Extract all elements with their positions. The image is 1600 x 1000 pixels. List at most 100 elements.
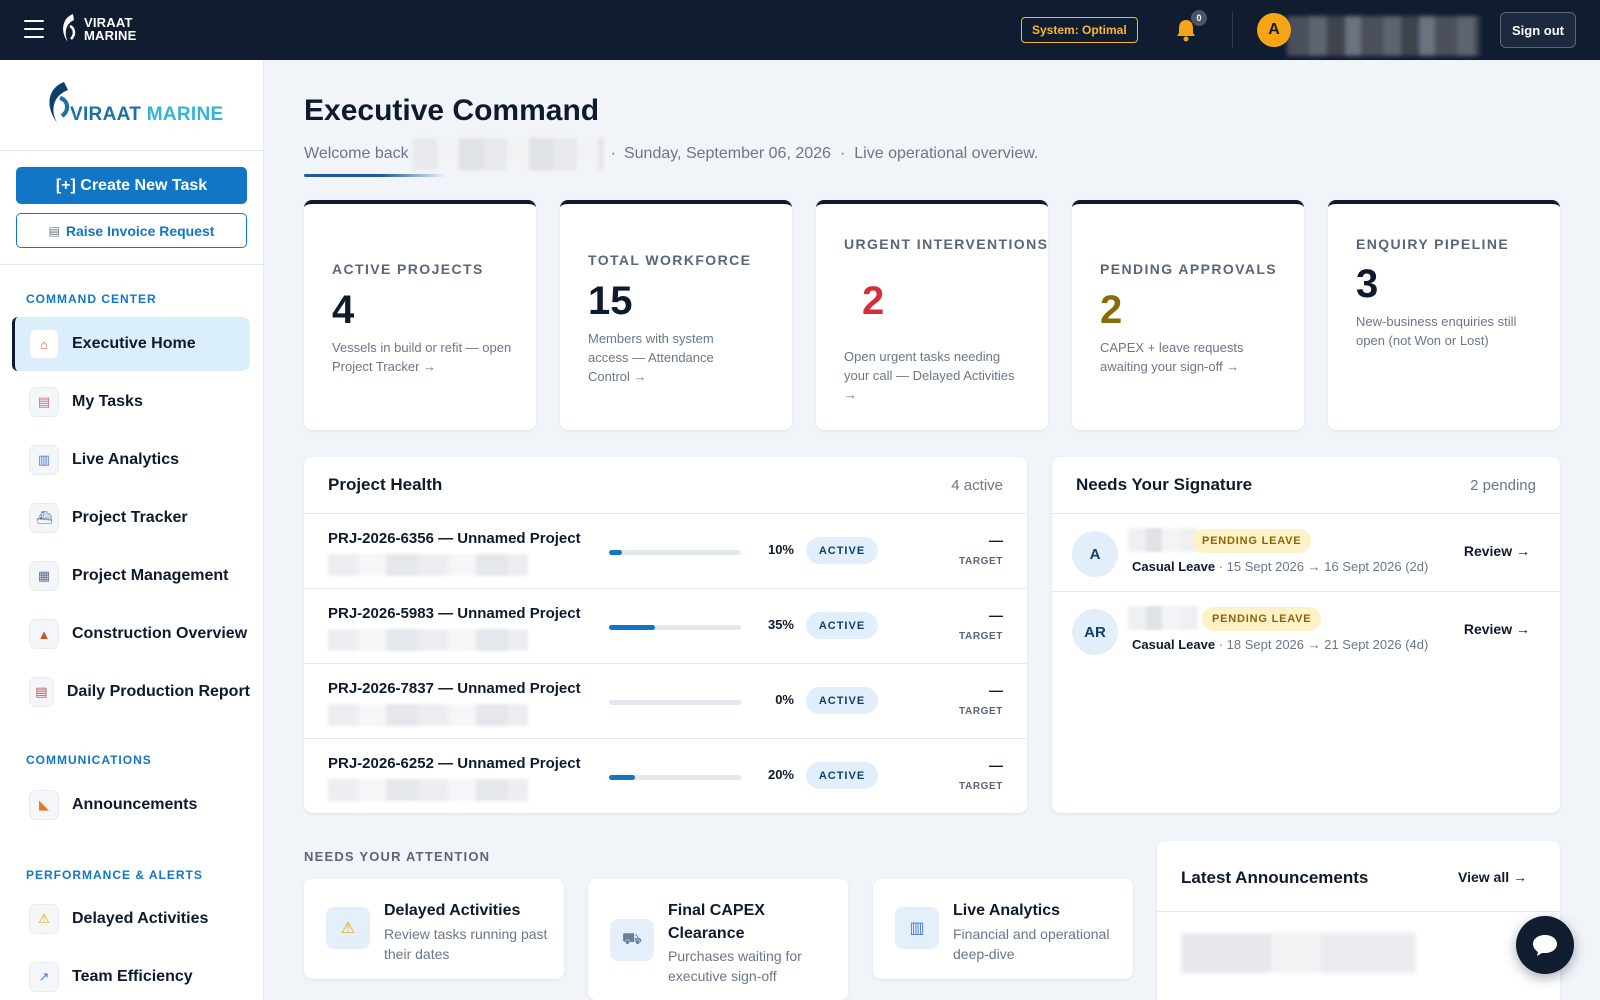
- attention-card-final-capex[interactable]: ⛟ Final CAPEX Clearance Purchases waitin…: [588, 879, 848, 1000]
- kpi-card-urgent-interventions[interactable]: URGENT INTERVENTIONS 2 Open urgent tasks…: [816, 200, 1048, 430]
- sidebar-item-project-tracker[interactable]: ⛴ Project Tracker: [12, 491, 250, 545]
- top-divider: [1232, 12, 1233, 48]
- project-subtitle-redacted: [328, 629, 528, 651]
- top-logo[interactable]: VIRAAT MARINE: [58, 12, 136, 46]
- signature-row[interactable]: AR PENDING LEAVE Casual Leave · 18 Sept …: [1052, 591, 1560, 669]
- raise-invoice-label: Raise Invoice Request: [65, 222, 215, 239]
- sidebar-item-label: Team Efficiency: [72, 968, 193, 985]
- tasks-icon: ▤: [29, 387, 59, 417]
- notification-count-badge: 0: [1191, 10, 1207, 26]
- kpi-description: Vessels in build or refit — open Project…: [332, 340, 512, 374]
- review-link[interactable]: Review →: [1464, 621, 1530, 637]
- attention-title: Final CAPEX Clearance: [668, 902, 765, 942]
- project-row[interactable]: PRJ-2026-6252 — Unnamed Project 20% ACTI…: [304, 738, 1027, 813]
- section-label-performance: PERFORMANCE & ALERTS: [26, 868, 203, 882]
- sidebar-item-my-tasks[interactable]: ▤ My Tasks: [12, 375, 250, 429]
- document-icon: ▤: [48, 223, 60, 238]
- building-icon: ▦: [29, 561, 59, 591]
- leave-detail: Casual Leave · 18 Sept 2026 → 21 Sept 20…: [1132, 637, 1428, 652]
- sidebar-item-delayed-activities[interactable]: ⚠ Delayed Activities: [12, 892, 250, 946]
- target-value: —: [989, 607, 1003, 623]
- attention-description: Financial and operational deep-dive: [953, 926, 1110, 962]
- project-row[interactable]: PRJ-2026-6356 — Unnamed Project 10% ACTI…: [304, 513, 1027, 588]
- create-task-button[interactable]: [+] Create New Task: [16, 167, 247, 204]
- kpi-value: 2: [862, 279, 885, 323]
- sidebar-item-executive-home[interactable]: ⌂ Executive Home: [12, 317, 250, 371]
- sign-out-button[interactable]: Sign out: [1500, 12, 1576, 48]
- status-badge: PENDING LEAVE: [1202, 607, 1322, 631]
- target-label: TARGET: [959, 781, 1003, 792]
- attention-section-label: NEEDS YOUR ATTENTION: [304, 849, 491, 864]
- sidebar-item-label: Construction Overview: [72, 625, 248, 642]
- user-name-redacted: [412, 138, 603, 170]
- kpi-label: PENDING APPROVALS: [1100, 261, 1278, 277]
- review-link[interactable]: Review →: [1464, 543, 1530, 559]
- attention-title: Delayed Activities: [384, 902, 521, 919]
- logo-wave-icon: [63, 14, 76, 42]
- chart-icon: ▥: [29, 445, 59, 475]
- project-subtitle-redacted: [328, 704, 528, 726]
- sidebar-item-label: Project Management: [72, 567, 229, 584]
- leave-type: Casual Leave: [1132, 559, 1216, 574]
- sidebar-item-label: Executive Home: [72, 335, 196, 352]
- sidebar-item-project-management[interactable]: ▦ Project Management: [12, 549, 250, 603]
- sidebar-item-team-efficiency[interactable]: ↗ Team Efficiency: [12, 950, 250, 1000]
- attention-card-delayed-activities[interactable]: ⚠ Delayed Activities Review tasks runnin…: [304, 879, 564, 979]
- page-title: Executive Command: [304, 94, 600, 127]
- view-all-link[interactable]: View all →: [1458, 869, 1527, 885]
- kpi-card-enquiry-pipeline[interactable]: ENQUIRY PIPELINE 3 New-business enquirie…: [1328, 200, 1560, 430]
- sidebar-item-label: Daily Production Report: [66, 683, 250, 700]
- signature-row[interactable]: A PENDING LEAVE Casual Leave · 15 Sept 2…: [1052, 513, 1560, 591]
- kpi-card-total-workforce[interactable]: TOTAL WORKFORCE 15 Members with system a…: [560, 200, 792, 430]
- overview-text: Live operational overview.: [854, 145, 1039, 162]
- signature-card: Needs Your Signature 2 pending A PENDING…: [1052, 457, 1560, 813]
- welcome-line: Welcome back · Sunday, September 06, 202…: [304, 138, 1038, 170]
- kpi-card-active-projects[interactable]: ACTIVE PROJECTS 4 Vessels in build or re…: [304, 200, 536, 430]
- sidebar-item-label: Project Tracker: [72, 509, 188, 526]
- progress-percent: 35%: [767, 617, 794, 632]
- user-name-redacted: [1287, 16, 1480, 56]
- target-label: TARGET: [959, 556, 1003, 567]
- progress-percent: 10%: [767, 542, 794, 557]
- chat-button[interactable]: [1516, 916, 1574, 974]
- kpi-label: URGENT INTERVENTIONS: [844, 236, 1049, 252]
- top-bar: VIRAAT MARINE System: Optimal 0 A Sign ou…: [0, 0, 1600, 60]
- project-row[interactable]: PRJ-2026-5983 — Unnamed Project 35% ACTI…: [304, 588, 1027, 663]
- sidebar-item-daily-production-report[interactable]: ▤ Daily Production Report: [12, 665, 250, 719]
- kpi-value: 2: [1100, 288, 1123, 332]
- top-logo-line2: MARINE: [84, 28, 137, 43]
- sidebar-logo[interactable]: VIRAAT MARINE: [42, 80, 223, 128]
- sidebar-item-live-analytics[interactable]: ▥ Live Analytics: [12, 433, 250, 487]
- target-value: —: [989, 757, 1003, 773]
- progress-fill: [609, 550, 623, 555]
- warning-icon: ⚠: [326, 907, 370, 949]
- project-name: PRJ-2026-6356 — Unnamed Project: [328, 530, 581, 547]
- separator: ·: [839, 145, 846, 162]
- sidebar: VIRAAT MARINE [+] Create New Task ▤ Rais…: [0, 60, 264, 1000]
- requester-name-redacted: [1128, 606, 1198, 630]
- system-status-badge: System: Optimal: [1021, 17, 1138, 43]
- kpi-description: Members with system access — Attendance …: [588, 331, 714, 384]
- attention-card-live-analytics[interactable]: ▥ Live Analytics Financial and operation…: [873, 879, 1133, 979]
- ship-icon: ⛴: [29, 503, 59, 533]
- menu-icon[interactable]: [24, 20, 44, 38]
- home-icon: ⌂: [29, 329, 59, 359]
- raise-invoice-button[interactable]: ▤ Raise Invoice Request: [16, 213, 247, 248]
- user-avatar[interactable]: A: [1257, 13, 1291, 47]
- leave-dates: · 15 Sept 2026 → 16 Sept 2026 (2d): [1215, 559, 1429, 574]
- target-label: TARGET: [959, 631, 1003, 642]
- announcement-redacted: [1181, 933, 1416, 973]
- project-row[interactable]: PRJ-2026-7837 — Unnamed Project 0% ACTIV…: [304, 663, 1027, 738]
- sidebar-item-announcements[interactable]: ◣ Announcements: [12, 778, 250, 832]
- megaphone-icon: ◣: [29, 790, 59, 820]
- project-name: PRJ-2026-5983 — Unnamed Project: [328, 605, 581, 622]
- kpi-card-pending-approvals[interactable]: PENDING APPROVALS 2 CAPEX + leave reques…: [1072, 200, 1304, 430]
- chart-icon: ▥: [895, 907, 939, 949]
- status-badge: ACTIVE: [806, 762, 878, 789]
- progress-percent: 0%: [775, 692, 794, 707]
- sidebar-divider: [0, 264, 263, 265]
- attention-description: Purchases waiting for executive sign-off: [668, 948, 802, 984]
- sidebar-item-construction-overview[interactable]: ▲ Construction Overview: [12, 607, 250, 661]
- status-badge: ACTIVE: [806, 612, 878, 639]
- sidebar-item-label: Delayed Activities: [72, 910, 209, 927]
